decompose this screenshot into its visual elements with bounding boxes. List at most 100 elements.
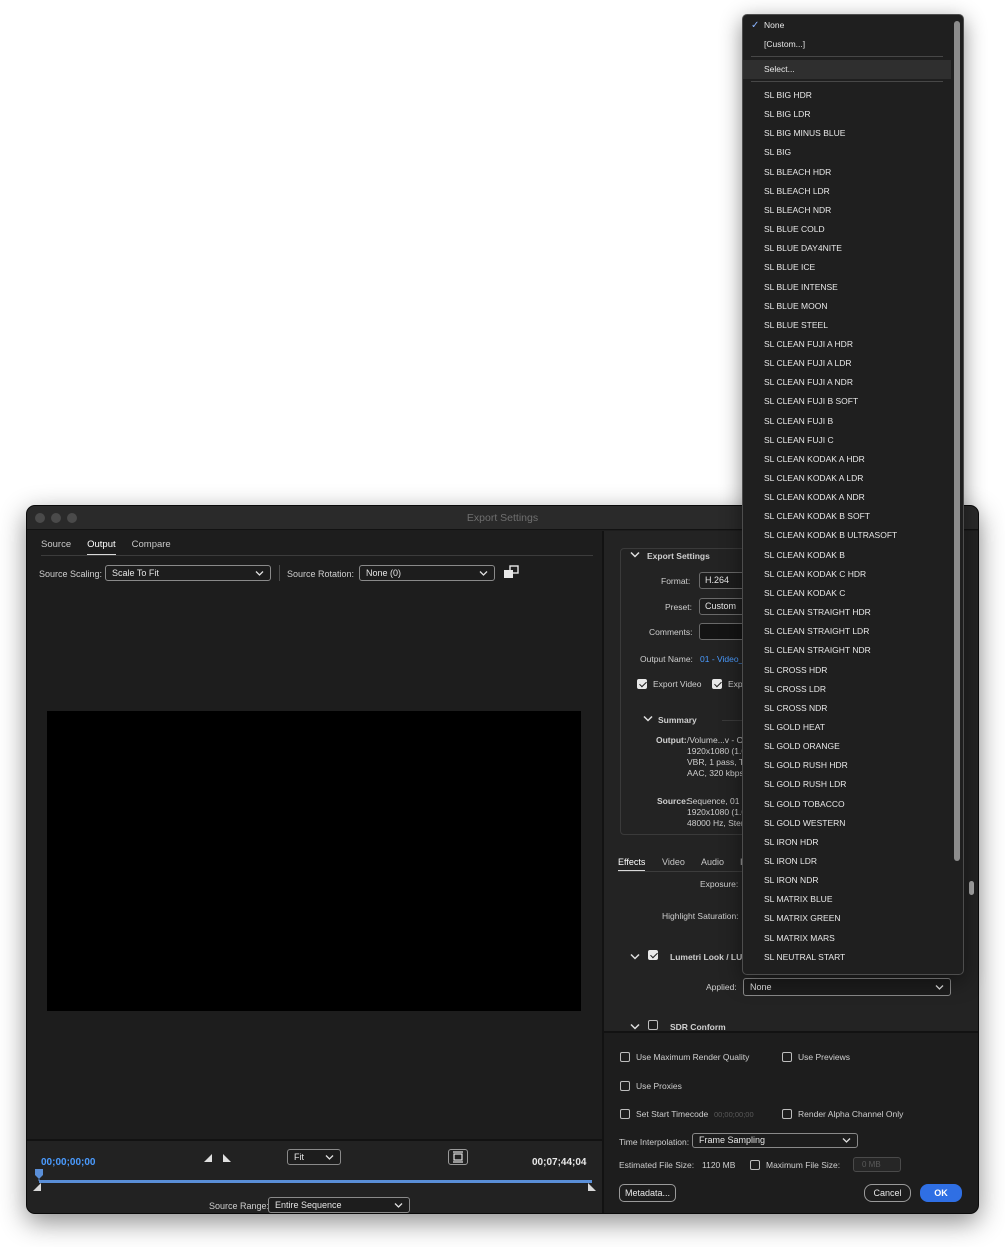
source-rotation-dropdown[interactable]: None (0) [359,565,495,581]
menu-item-lut[interactable]: SL CLEAN KODAK A HDR [743,450,951,469]
tab-source[interactable]: Source [41,539,71,556]
time-interpolation-dropdown[interactable]: Frame Sampling [692,1133,858,1148]
menu-item-lut[interactable]: SL BLUE STEEL [743,316,951,335]
render-alpha-checkbox[interactable] [782,1109,792,1119]
aspect-ratio-toggle-icon[interactable] [448,1149,468,1165]
menu-item-lut[interactable]: SL IRON NDR [743,871,951,890]
export-video-checkbox[interactable] [637,679,647,689]
collapse-export-settings-icon[interactable] [630,551,640,559]
menu-item-lut[interactable]: SL BIG HDR [743,86,951,105]
menu-item-lut[interactable]: SL BIG MINUS BLUE [743,124,951,143]
out-point-handle-icon[interactable] [588,1183,596,1191]
source-range-track[interactable] [39,1180,592,1183]
menu-item-lut[interactable]: SL GOLD RUSH LDR [743,775,951,794]
tab-effects[interactable]: Effects [618,857,646,872]
menu-item-lut[interactable]: SL CLEAN KODAK A NDR [743,488,951,507]
summary-output-label: Output: [656,735,687,745]
source-range-dropdown[interactable]: Entire Sequence [268,1197,410,1213]
menu-item-lut[interactable]: SL CLEAN STRAIGHT NDR [743,641,951,660]
tab-compare[interactable]: Compare [132,539,171,556]
max-file-size-field[interactable]: 0 MB [853,1157,901,1172]
menu-item-lut[interactable]: SL BIG [743,143,951,162]
tab-audio[interactable]: Audio [701,857,724,867]
crop-icon[interactable] [503,565,519,579]
menu-item-lut[interactable]: SL BLUE COLD [743,220,951,239]
menu-item-lut[interactable]: SL BLEACH NDR [743,201,951,220]
comments-label: Comments: [649,627,693,637]
playhead-icon[interactable] [35,1169,43,1181]
ok-button[interactable]: OK [920,1184,962,1202]
menu-item-none[interactable]: ✓ None [743,16,951,35]
menu-item-lut[interactable]: SL CLEAN KODAK A LDR [743,469,951,488]
lut-dropdown-menu: ✓ None [Custom...] Select... SL BIG HDR S… [742,14,964,975]
menu-item-lut[interactable]: SL IRON LDR [743,852,951,871]
tab-output[interactable]: Output [87,539,116,556]
render-alpha-label: Render Alpha Channel Only [798,1109,904,1119]
collapse-sdr-icon[interactable] [630,1023,640,1031]
menu-separator [751,81,943,82]
menu-item-custom[interactable]: [Custom...] [743,35,951,54]
set-in-point-icon[interactable] [203,1153,213,1163]
menu-item-lut[interactable]: SL BLEACH HDR [743,163,951,182]
settings-scrollbar[interactable] [969,881,974,895]
menu-item-lut[interactable]: SL BLUE INTENSE [743,278,951,297]
menu-item-lut[interactable]: SL CLEAN FUJI A LDR [743,354,951,373]
menu-item-lut[interactable]: SL MATRIX MARS [743,929,951,948]
menu-item-lut[interactable]: SL NEUTRAL START [743,948,951,967]
menu-item-lut[interactable]: SL GOLD ORANGE [743,737,951,756]
preview-pane: Source Output Compare Source Scaling: Sc… [27,531,602,1213]
menu-item-lut[interactable]: SL CLEAN KODAK C HDR [743,565,951,584]
current-timecode[interactable]: 00;00;00;00 [41,1157,95,1168]
menu-item-lut[interactable]: SL CLEAN KODAK B SOFT [743,507,951,526]
menu-item-lut[interactable]: SL CROSS HDR [743,661,951,680]
menu-item-lut[interactable]: SL BLUE ICE [743,258,951,277]
set-out-point-icon[interactable] [222,1153,232,1163]
menu-item-lut[interactable]: SL CLEAN FUJI B SOFT [743,392,951,411]
menu-item-lut[interactable]: SL BLUE DAY4NITE [743,239,951,258]
menu-item-lut[interactable]: SL GOLD HEAT [743,718,951,737]
zoom-dropdown[interactable]: Fit [287,1149,341,1165]
menu-item-lut[interactable]: SL BIG LDR [743,105,951,124]
lumetri-checkbox[interactable] [648,950,658,960]
applied-lut-dropdown[interactable]: None [743,978,951,996]
cancel-button[interactable]: Cancel [864,1184,911,1202]
menu-item-lut[interactable]: SL CLEAN KODAK C [743,584,951,603]
collapse-summary-icon[interactable] [643,715,653,723]
source-rotation-value: None (0) [366,568,402,578]
use-previews-checkbox[interactable] [782,1052,792,1062]
menu-item-lut[interactable]: SL CLEAN FUJI C [743,431,951,450]
menu-item-lut[interactable]: SL CLEAN STRAIGHT HDR [743,603,951,622]
in-point-handle-icon[interactable] [33,1183,41,1191]
tab-video[interactable]: Video [662,857,685,867]
menu-scrollbar[interactable] [954,21,960,861]
collapse-lumetri-icon[interactable] [630,953,640,961]
export-audio-checkbox[interactable] [712,679,722,689]
menu-item-lut[interactable]: SL BLUE MOON [743,297,951,316]
sdr-conform-checkbox[interactable] [648,1020,658,1030]
menu-item-lut[interactable]: SL MATRIX BLUE [743,890,951,909]
output-name-link[interactable]: 01 - Video_ [700,654,743,664]
menu-item-lut[interactable]: SL CLEAN FUJI B [743,412,951,431]
start-timecode-checkbox[interactable] [620,1109,630,1119]
menu-item-lut[interactable]: SL CLEAN FUJI A HDR [743,335,951,354]
menu-item-lut[interactable]: SL GOLD RUSH HDR [743,756,951,775]
menu-item-select[interactable]: Select... [743,60,951,79]
menu-item-lut[interactable]: SL CLEAN KODAK B ULTRASOFT [743,526,951,545]
menu-item-lut[interactable]: SL BLEACH LDR [743,182,951,201]
checkmark-icon: ✓ [751,20,760,31]
menu-item-lut[interactable]: SL CLEAN STRAIGHT LDR [743,622,951,641]
menu-item-lut[interactable]: SL GOLD WESTERN [743,814,951,833]
max-render-quality-checkbox[interactable] [620,1052,630,1062]
applied-label: Applied: [706,982,737,992]
menu-item-lut[interactable]: SL CLEAN KODAK B [743,546,951,565]
menu-item-lut[interactable]: SL GOLD TOBACCO [743,795,951,814]
menu-item-lut[interactable]: SL MATRIX GREEN [743,909,951,928]
menu-item-lut[interactable]: SL IRON HDR [743,833,951,852]
use-proxies-checkbox[interactable] [620,1081,630,1091]
source-scaling-dropdown[interactable]: Scale To Fit [105,565,271,581]
menu-item-lut[interactable]: SL CROSS NDR [743,699,951,718]
menu-item-lut[interactable]: SL CROSS LDR [743,680,951,699]
menu-item-lut[interactable]: SL CLEAN FUJI A NDR [743,373,951,392]
max-file-size-checkbox[interactable] [750,1160,760,1170]
metadata-button[interactable]: Metadata... [619,1184,676,1202]
